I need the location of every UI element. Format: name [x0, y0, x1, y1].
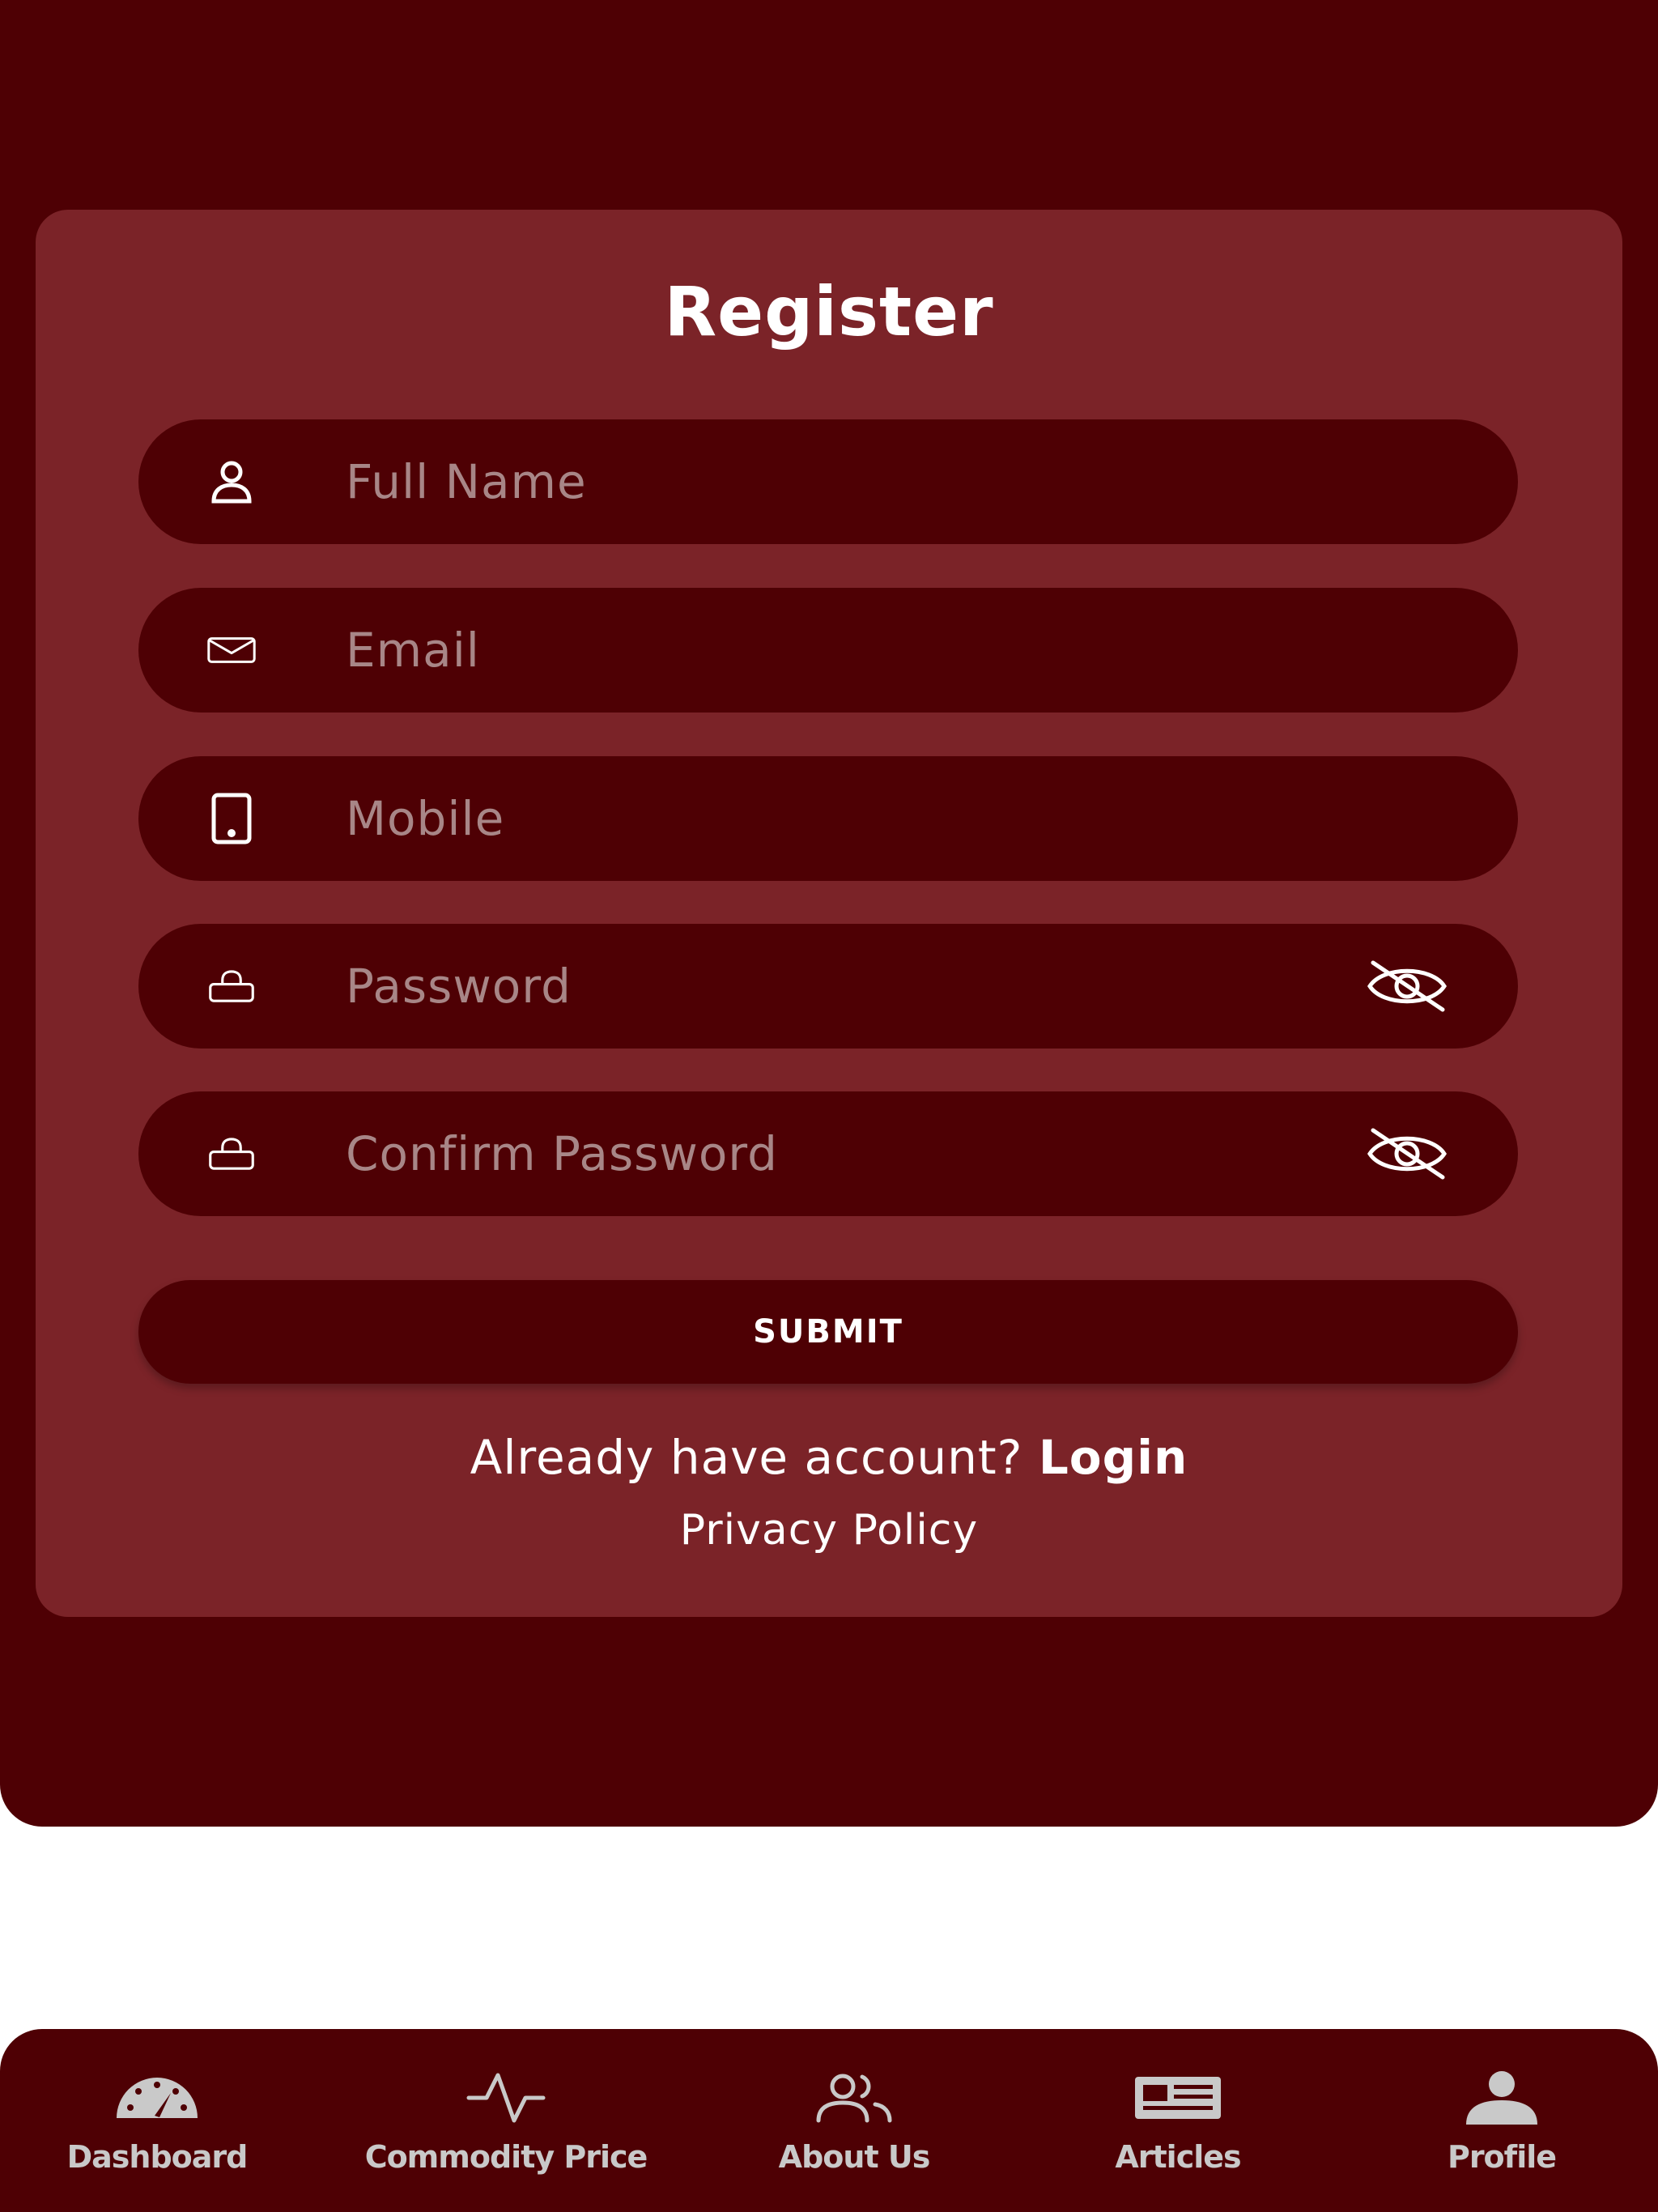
- email-placeholder: Email: [346, 623, 480, 678]
- nav-label: Articles: [1115, 2139, 1241, 2175]
- email-field[interactable]: Email: [138, 588, 1518, 713]
- nav-item-dashboard[interactable]: Dashboard: [36, 2029, 278, 2212]
- full-name-placeholder: Full Name: [346, 454, 587, 509]
- nav-item-articles[interactable]: Articles: [1052, 2029, 1303, 2212]
- bottom-nav: Dashboard Commodity Price About Us Artic…: [0, 2029, 1658, 2212]
- tablet-icon: [207, 793, 256, 844]
- person-icon: [1453, 2069, 1550, 2126]
- nav-item-profile[interactable]: Profile: [1376, 2029, 1627, 2212]
- mobile-placeholder: Mobile: [346, 791, 505, 846]
- nav-item-about-us[interactable]: About Us: [737, 2029, 971, 2212]
- lock-icon: [207, 962, 256, 1010]
- confirm-password-field[interactable]: Confirm Password: [138, 1091, 1518, 1216]
- eye-off-icon[interactable]: [1365, 958, 1449, 1015]
- lock-icon: [207, 1129, 256, 1178]
- nav-item-commodity-price[interactable]: Commodity Price: [316, 2029, 696, 2212]
- already-text: Already have account?: [470, 1430, 1023, 1485]
- user-icon: [207, 457, 256, 506]
- activity-icon: [457, 2069, 555, 2126]
- password-placeholder: Password: [346, 959, 572, 1014]
- full-name-field[interactable]: Full Name: [138, 419, 1518, 544]
- speedometer-icon: [108, 2069, 206, 2126]
- newspaper-icon: [1129, 2069, 1226, 2126]
- submit-button[interactable]: SUBMIT: [138, 1280, 1518, 1384]
- nav-label: Profile: [1447, 2139, 1557, 2175]
- already-have-account: Already have account? Login: [0, 1425, 1658, 1490]
- login-link[interactable]: Login: [1039, 1430, 1188, 1485]
- users-icon: [806, 2069, 903, 2126]
- mobile-field[interactable]: Mobile: [138, 756, 1518, 881]
- confirm-password-placeholder: Confirm Password: [346, 1126, 778, 1181]
- password-field[interactable]: Password: [138, 924, 1518, 1049]
- nav-label: Dashboard: [66, 2139, 249, 2175]
- page-title: Register: [664, 272, 994, 351]
- eye-off-icon[interactable]: [1365, 1125, 1449, 1182]
- nav-label: Commodity Price: [364, 2139, 648, 2175]
- nav-label: About Us: [778, 2139, 931, 2175]
- mail-icon: [207, 626, 256, 674]
- privacy-policy-link[interactable]: Privacy Policy: [0, 1498, 1658, 1563]
